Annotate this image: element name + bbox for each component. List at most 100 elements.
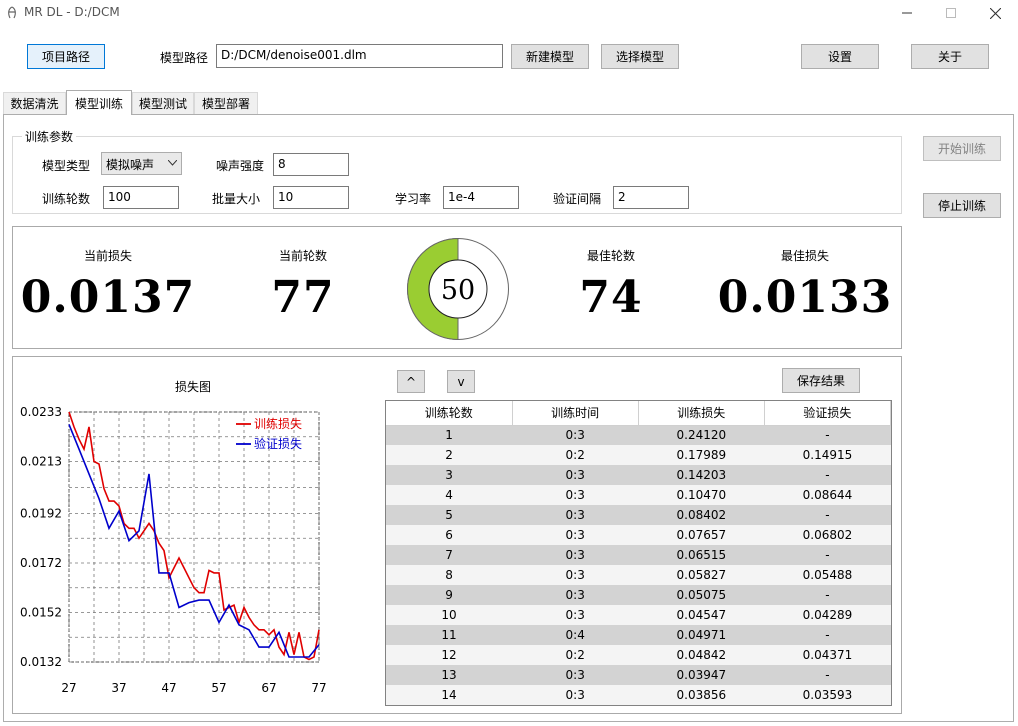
new-model-button[interactable]: 新建模型 bbox=[511, 44, 589, 69]
table-row[interactable]: 9 0:3 0.05075- bbox=[386, 585, 891, 605]
best-epoch-value: 74 bbox=[579, 272, 643, 323]
select-model-button[interactable]: 选择模型 bbox=[601, 44, 679, 69]
table-cell: 7 bbox=[386, 545, 513, 565]
legend-label: 验证损失 bbox=[254, 436, 302, 451]
table-cell: 0.04547 bbox=[638, 605, 765, 625]
project-path-button[interactable]: 项目路径 bbox=[27, 44, 105, 69]
model-type-select[interactable]: 模拟噪声 bbox=[101, 152, 182, 175]
maximize-icon bbox=[946, 8, 956, 18]
table-cell: 0.05827 bbox=[638, 565, 765, 585]
table-row[interactable]: 10 0:3 0.04547 0.04289 bbox=[386, 605, 891, 625]
table-row[interactable]: 12 0:2 0.04842 0.04371 bbox=[386, 645, 891, 665]
learning-rate-input[interactable]: 1e-4 bbox=[443, 186, 519, 209]
table-cell: 10 bbox=[386, 605, 513, 625]
table-cell: 0.03593 bbox=[764, 685, 891, 705]
column-header[interactable]: 验证损失 bbox=[764, 401, 891, 426]
save-results-button[interactable]: 保存结果 bbox=[782, 368, 860, 393]
table-cell: 0:3 bbox=[512, 485, 639, 505]
batch-size-input[interactable]: 10 bbox=[273, 186, 349, 209]
table-row[interactable]: 1 0:3 0.24120- bbox=[386, 425, 891, 445]
val-interval-label: 验证间隔 bbox=[553, 192, 602, 206]
table-cell: 0:2 bbox=[512, 645, 639, 665]
down-label: v bbox=[457, 374, 465, 389]
x-tick-label: 67 bbox=[261, 681, 276, 695]
x-tick-label: 77 bbox=[311, 681, 326, 695]
table-row[interactable]: 5 0:3 0.08402- bbox=[386, 505, 891, 525]
stop-training-button[interactable]: 停止训练 bbox=[923, 193, 1001, 218]
results-table: 训练轮数 训练时间 训练损失 验证损失 1 0:3 0.24120-2 0:2 0.17989… bbox=[385, 400, 892, 706]
table-row[interactable]: 3 0:3 0.14203- bbox=[386, 465, 891, 485]
chevron-down-icon bbox=[168, 160, 177, 166]
noise-strength-label: 噪声强度 bbox=[216, 159, 265, 173]
table-cell: 0:3 bbox=[512, 545, 639, 565]
start-training-button[interactable]: 开始训练 bbox=[923, 136, 1001, 161]
close-button[interactable] bbox=[972, 0, 1018, 26]
column-header[interactable]: 训练损失 bbox=[638, 401, 765, 426]
noise-strength-input[interactable]: 8 bbox=[273, 153, 349, 176]
settings-button[interactable]: 设置 bbox=[801, 44, 879, 69]
table-row[interactable]: 14 0:3 0.03856 0.03593 bbox=[386, 685, 891, 705]
table-cell: 0.08644 bbox=[764, 485, 891, 505]
tab-data-cleaning[interactable]: 数据清洗 bbox=[3, 92, 66, 114]
table-cell: 0.06515 bbox=[638, 545, 765, 565]
table-cell: 0.17989 bbox=[638, 445, 765, 465]
results-grid: 训练轮数 训练时间 训练损失 验证损失 1 0:3 0.24120-2 0:2 0.17989… bbox=[386, 401, 891, 705]
table-cell: 12 bbox=[386, 645, 513, 665]
x-tick-label: 27 bbox=[61, 681, 76, 695]
y-tick-label: 0.0192 bbox=[20, 506, 62, 520]
table-row[interactable]: 4 0:3 0.10470 0.08644 bbox=[386, 485, 891, 505]
val-interval-input[interactable]: 2 bbox=[613, 186, 689, 209]
about-button[interactable]: 关于 bbox=[911, 44, 989, 69]
y-tick-label: 0.0233 bbox=[20, 405, 62, 419]
table-cell: 0:3 bbox=[512, 665, 639, 685]
table-cell: 0.03856 bbox=[638, 685, 765, 705]
table-cell: 14 bbox=[386, 685, 513, 705]
table-row[interactable]: 6 0:3 0.07657 0.06802 bbox=[386, 525, 891, 545]
table-cell: 8 bbox=[386, 565, 513, 585]
column-header[interactable]: 训练时间 bbox=[512, 401, 639, 426]
chart-title: 损失图 bbox=[175, 379, 211, 394]
table-cell: 0.08402 bbox=[638, 505, 765, 525]
scroll-up-button[interactable]: ^ bbox=[397, 370, 425, 393]
current-epoch-label: 当前轮数 bbox=[278, 249, 327, 263]
chart-legend: 训练损失验证损失 bbox=[236, 416, 302, 451]
model-type-label: 模型类型 bbox=[42, 159, 91, 173]
table-cell: 5 bbox=[386, 505, 513, 525]
table-row[interactable]: 11 0:4 0.04971- bbox=[386, 625, 891, 645]
table-body: 1 0:3 0.24120-2 0:2 0.17989 0.14915 3 0:3 0.1420… bbox=[386, 425, 891, 705]
table-row[interactable]: 8 0:3 0.05827 0.05488 bbox=[386, 565, 891, 585]
table-cell: 0:3 bbox=[512, 425, 639, 445]
model-path-input[interactable]: D:/DCM/denoise001.dlm bbox=[216, 44, 503, 68]
table-row[interactable]: 2 0:2 0.17989 0.14915 bbox=[386, 445, 891, 465]
x-tick-label: 57 bbox=[211, 681, 226, 695]
table-cell: 3 bbox=[386, 465, 513, 485]
scroll-down-button[interactable]: v bbox=[447, 370, 475, 393]
tab-model-testing[interactable]: 模型测试 bbox=[132, 92, 194, 114]
table-cell: 0:2 bbox=[512, 445, 639, 465]
tab-model-deploy[interactable]: 模型部署 bbox=[194, 92, 258, 114]
y-tick-label: 0.0152 bbox=[20, 605, 62, 619]
table-cell: 0.04371 bbox=[764, 645, 891, 665]
table-cell: 0.24120 bbox=[638, 425, 765, 445]
learning-rate-label: 学习率 bbox=[395, 192, 432, 206]
app-icon bbox=[8, 6, 16, 19]
current-epoch-value: 77 bbox=[271, 272, 335, 323]
epochs-input[interactable]: 100 bbox=[103, 186, 179, 209]
table-row[interactable]: 7 0:3 0.06515- bbox=[386, 545, 891, 565]
legend-label: 训练损失 bbox=[254, 416, 302, 431]
loss-chart: 损失图 27 37 47 57 67 77 0.0233 0.0213 0.0192 0.0172… bbox=[20, 379, 327, 695]
minimize-icon bbox=[902, 12, 912, 14]
table-cell: 0.10470 bbox=[638, 485, 765, 505]
window-title: MR DL - D:/DCM bbox=[24, 5, 120, 19]
minimize-button[interactable] bbox=[884, 0, 930, 26]
table-cell: 9 bbox=[386, 585, 513, 605]
progress-value: 50 bbox=[441, 275, 475, 306]
table-cell: 4 bbox=[386, 485, 513, 505]
epochs-label: 训练轮数 bbox=[42, 192, 91, 206]
x-tick-label: 47 bbox=[161, 681, 176, 695]
maximize-button[interactable] bbox=[928, 0, 974, 26]
tab-model-training[interactable]: 模型训练 bbox=[66, 90, 132, 115]
column-header[interactable]: 训练轮数 bbox=[386, 401, 513, 426]
table-row[interactable]: 13 0:3 0.03947- bbox=[386, 665, 891, 685]
title-bar: MR DL - D:/DCM bbox=[0, 0, 1018, 26]
